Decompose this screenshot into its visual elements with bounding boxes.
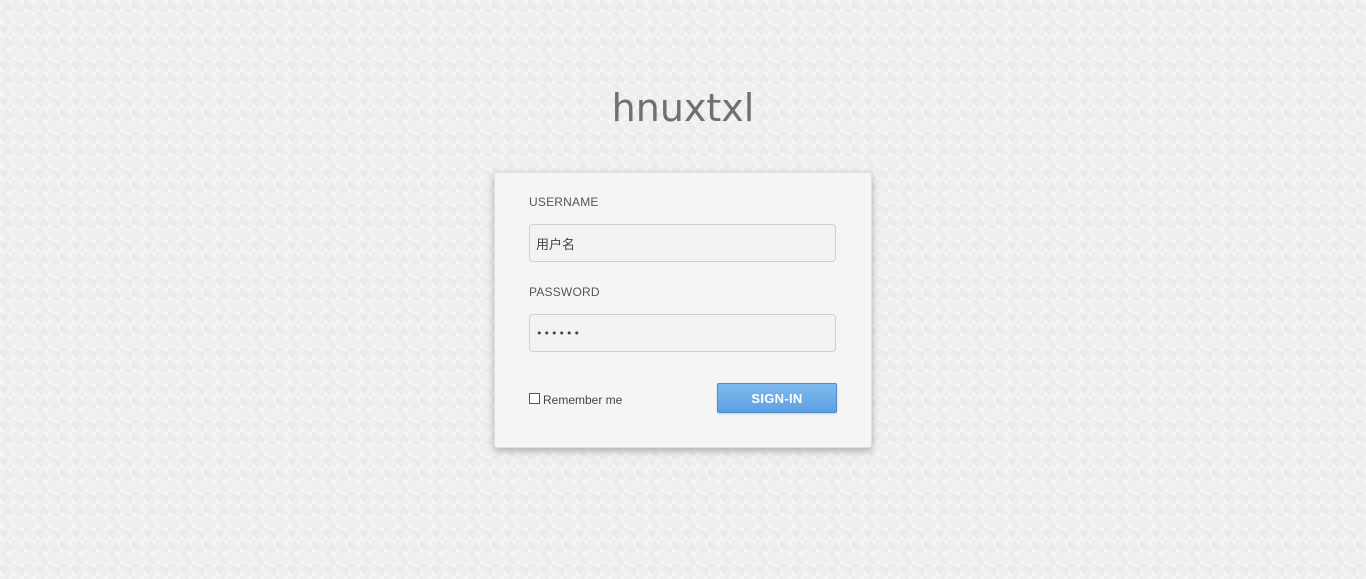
password-input[interactable] <box>529 314 836 352</box>
username-input[interactable] <box>529 224 836 262</box>
sign-in-button[interactable]: SIGN-IN <box>717 383 837 413</box>
password-label: PASSWORD <box>529 285 600 299</box>
site-title: hnuxtxl <box>611 86 755 130</box>
username-label: USERNAME <box>529 195 599 209</box>
remember-me-label[interactable]: Remember me <box>543 393 622 407</box>
remember-me-checkbox[interactable] <box>529 393 540 404</box>
remember-me[interactable]: Remember me <box>529 390 622 407</box>
login-card: USERNAME PASSWORD Remember me SIGN-IN <box>494 172 872 448</box>
